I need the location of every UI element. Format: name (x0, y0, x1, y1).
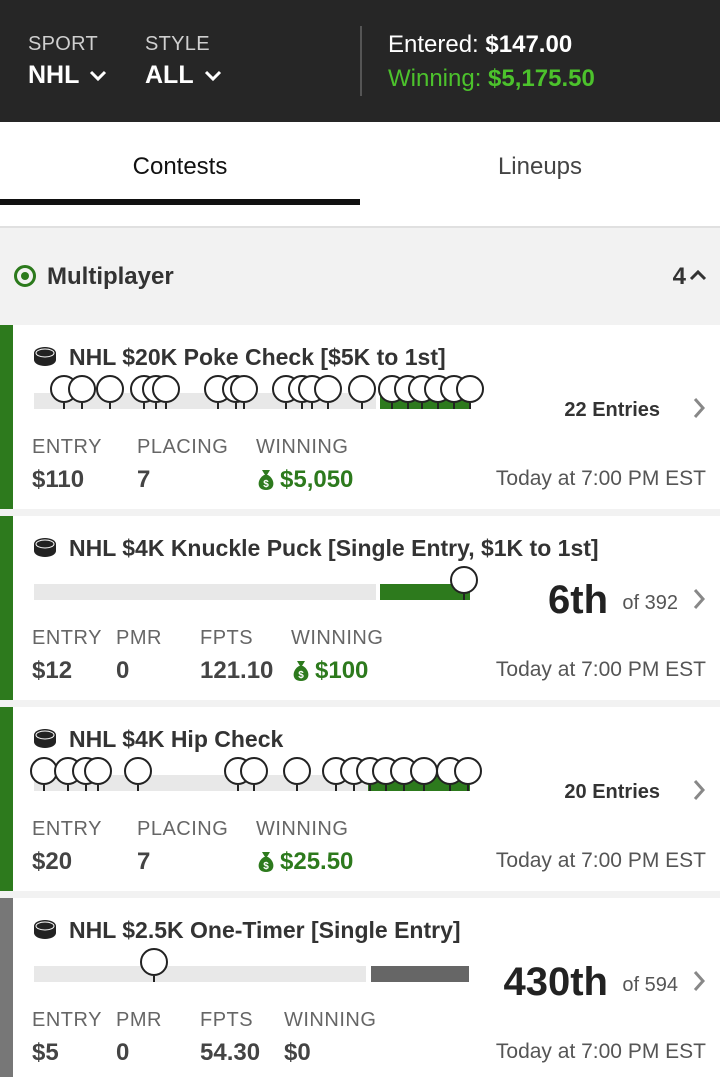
section-count: 4 (672, 263, 686, 290)
sport-dropdown[interactable]: NHL (28, 61, 107, 90)
contest-title: NHL $2.5K One-Timer [Single Entry] (69, 917, 461, 943)
chevron-right-icon[interactable] (692, 396, 706, 420)
winning-value: $0 (284, 1039, 311, 1066)
field-value: $12 (32, 657, 73, 684)
field-label: ENTRY (32, 1009, 102, 1031)
section-title: Multiplayer (47, 263, 174, 290)
contest-start-time: Today at 7:00 PM EST (495, 658, 706, 681)
field-value: $5 (32, 1039, 59, 1066)
field-label: FPTS (200, 627, 254, 649)
header-divider (360, 26, 362, 96)
entered-summary: Entered: $147.00 (388, 31, 572, 59)
entries-count: 20 Entries (564, 781, 660, 803)
field-value: 54.30 (200, 1039, 261, 1066)
hockey-puck-icon (34, 729, 56, 748)
contest-card[interactable]: NHL $4K Hip Check 20 Entries ENTRY $20 P… (0, 707, 720, 891)
contest-rank: 430th (503, 960, 609, 1004)
contest-start-time: Today at 7:00 PM EST (495, 467, 706, 490)
contest-card[interactable]: NHL $2.5K One-Timer [Single Entry] 430th… (0, 898, 720, 1077)
multiplayer-section-header[interactable]: Multiplayer 4 (0, 228, 720, 324)
sport-value: NHL (28, 61, 80, 89)
field-value: $110 (32, 466, 85, 493)
field-label: PLACING (137, 436, 229, 458)
contest-start-time: Today at 7:00 PM EST (495, 849, 706, 872)
contest-title: NHL $4K Knuckle Puck [Single Entry, $1K … (69, 535, 599, 561)
entered-value: $147.00 (485, 31, 573, 58)
field-label: PLACING (137, 818, 229, 840)
svg-text:$: $ (298, 670, 304, 681)
field-label: PMR (116, 1009, 162, 1031)
opponent-markers (30, 757, 494, 791)
status-stripe (0, 707, 13, 891)
field-label: PMR (116, 627, 162, 649)
field-value: 7 (137, 848, 151, 875)
field-value: $20 (32, 848, 73, 875)
tab-lineups[interactable]: Lineups (360, 153, 720, 181)
svg-text:$: $ (263, 479, 269, 490)
entries-count: 22 Entries (564, 399, 660, 421)
svg-text:$: $ (263, 861, 269, 872)
style-value: ALL (145, 61, 194, 89)
field-value: 0 (116, 1039, 130, 1066)
chevron-right-icon[interactable] (692, 969, 706, 993)
field-label: WINNING (256, 436, 349, 458)
money-bag-icon: $ (258, 852, 274, 872)
field-label: WINNING (291, 627, 384, 649)
contest-rank: 6th (548, 578, 608, 622)
winning-value: $25.50 (280, 848, 354, 875)
contest-title: NHL $20K Poke Check [$5K to 1st] (69, 344, 446, 370)
field-label: WINNING (256, 818, 349, 840)
field-value: 121.10 (200, 657, 274, 684)
radio-selected-icon (14, 265, 36, 287)
winning-amount: $ $5,050 (256, 466, 353, 494)
chevron-up-icon[interactable] (688, 268, 708, 282)
entered-label: Entered: (388, 31, 479, 58)
style-dropdown[interactable]: ALL (145, 61, 222, 90)
tab-bar: Contests Lineups (0, 122, 720, 228)
sport-label: SPORT (28, 33, 99, 55)
winning-amount: $ $100 (291, 657, 368, 685)
style-label: STYLE (145, 33, 210, 55)
field-value: 0 (116, 657, 130, 684)
status-stripe (0, 516, 13, 700)
rank-total: of 594 (622, 974, 678, 996)
winning-value: $100 (315, 657, 369, 684)
status-stripe (0, 325, 13, 509)
winning-value: $5,050 (280, 466, 354, 493)
field-label: WINNING (284, 1009, 377, 1031)
field-value: 7 (137, 466, 151, 493)
chevron-right-icon[interactable] (692, 778, 706, 802)
contest-card[interactable]: NHL $4K Knuckle Puck [Single Entry, $1K … (0, 516, 720, 700)
status-stripe (0, 898, 13, 1077)
hockey-puck-icon (34, 347, 56, 366)
contest-start-time: Today at 7:00 PM EST (495, 1040, 706, 1063)
user-marker (34, 948, 494, 982)
header-bar: SPORT NHL STYLE ALL Entered: $147.00 Win… (0, 0, 720, 122)
winning-label: Winning: (388, 65, 482, 92)
contest-card[interactable]: NHL $20K Poke Check [$5K to 1st] 22 Entr… (0, 325, 720, 509)
tab-contests[interactable]: Contests (0, 153, 360, 181)
field-label: FPTS (200, 1009, 254, 1031)
winning-summary: Winning: $5,175.50 (388, 65, 595, 93)
field-label: ENTRY (32, 818, 102, 840)
winning-value: $5,175.50 (488, 65, 595, 92)
field-label: ENTRY (32, 627, 102, 649)
money-bag-icon: $ (258, 470, 274, 490)
winning-amount: $ $25.50 (256, 848, 353, 876)
chevron-down-icon (90, 70, 107, 81)
opponent-markers (34, 375, 494, 409)
hockey-puck-icon (34, 920, 56, 939)
money-bag-icon: $ (293, 661, 309, 681)
field-label: ENTRY (32, 436, 102, 458)
user-marker (34, 566, 494, 600)
hockey-puck-icon (34, 538, 56, 557)
active-tab-indicator (0, 199, 360, 205)
rank-total: of 392 (622, 592, 678, 614)
contest-title: NHL $4K Hip Check (69, 726, 284, 752)
chevron-down-icon (204, 70, 221, 81)
chevron-right-icon[interactable] (692, 587, 706, 611)
